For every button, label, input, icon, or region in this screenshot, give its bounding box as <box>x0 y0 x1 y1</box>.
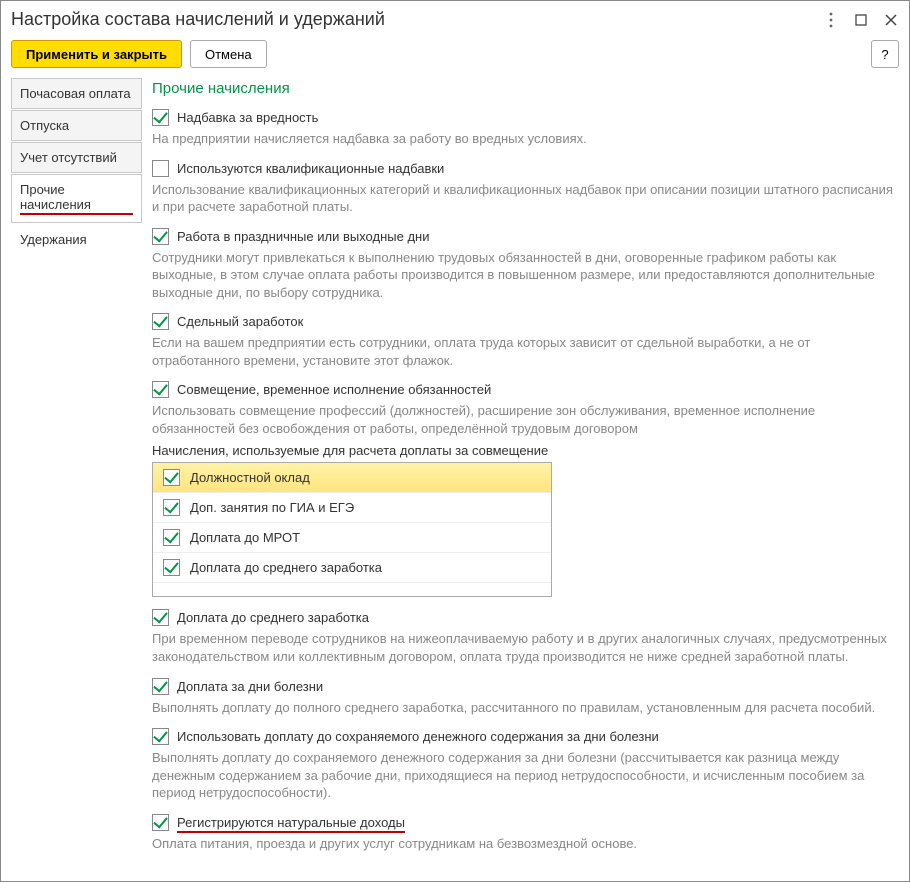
checkbox-label: Сдельный заработок <box>177 314 303 329</box>
maximize-icon[interactable] <box>853 12 869 28</box>
list-item[interactable]: Должностной оклад <box>153 463 551 493</box>
hint-text: Использовать совмещение профессий (должн… <box>152 402 893 437</box>
kebab-icon[interactable] <box>823 12 839 28</box>
checkbox-natural-income[interactable] <box>152 814 169 831</box>
checkbox-hazard-bonus[interactable] <box>152 109 169 126</box>
apply-close-button[interactable]: Применить и закрыть <box>11 40 182 68</box>
checkbox-holiday-work[interactable] <box>152 228 169 245</box>
checkbox-qualification-bonus[interactable] <box>152 160 169 177</box>
cancel-button[interactable]: Отмена <box>190 40 267 68</box>
list-checkbox[interactable] <box>163 559 180 576</box>
checkbox-label: Надбавка за вредность <box>177 110 318 125</box>
hint-text: Сотрудники могут привлекаться к выполнен… <box>152 249 893 302</box>
list-caption: Начисления, используемые для расчета доп… <box>152 443 893 458</box>
settings-window: Настройка состава начислений и удержаний… <box>0 0 910 882</box>
window-controls <box>823 12 899 28</box>
section-title: Прочие начисления <box>152 80 893 97</box>
checkbox-avg-earnings-supplement[interactable] <box>152 609 169 626</box>
sidebar-item-label: Прочие начисления <box>20 182 133 215</box>
window-title: Настройка состава начислений и удержаний <box>11 9 823 30</box>
sidebar-item-absence[interactable]: Учет отсутствий <box>11 142 142 173</box>
list-item-label: Доп. занятия по ГИА и ЕГЭ <box>190 500 354 515</box>
list-checkbox[interactable] <box>163 469 180 486</box>
list-item[interactable]: Доплата до МРОТ <box>153 523 551 553</box>
checkbox-label: Регистрируются натуральные доходы <box>177 815 405 830</box>
hint-text: На предприятии начисляется надбавка за р… <box>152 130 893 148</box>
titlebar: Настройка состава начислений и удержаний <box>1 1 909 36</box>
list-checkbox[interactable] <box>163 529 180 546</box>
list-item[interactable]: Доплата до среднего заработка <box>153 553 551 583</box>
toolbar: Применить и закрыть Отмена ? <box>1 36 909 78</box>
list-item[interactable]: Доп. занятия по ГИА и ЕГЭ <box>153 493 551 523</box>
body: Почасовая оплата Отпуска Учет отсутствий… <box>1 78 909 881</box>
checkbox-label: Использовать доплату до сохраняемого ден… <box>177 729 659 744</box>
checkbox-label: Доплата за дни болезни <box>177 679 323 694</box>
help-button[interactable]: ? <box>871 40 899 68</box>
hint-text: При временном переводе сотрудников на ни… <box>152 630 893 665</box>
sidebar-item-deductions[interactable]: Удержания <box>11 224 142 255</box>
list-item-label: Должностной оклад <box>190 470 310 485</box>
sidebar-item-label: Отпуска <box>20 118 69 133</box>
hint-text: Оплата питания, проезда и других услуг с… <box>152 835 893 853</box>
checkbox-sick-allowance-supplement[interactable] <box>152 728 169 745</box>
accruals-listbox[interactable]: Должностной оклад Доп. занятия по ГИА и … <box>152 462 552 597</box>
checkbox-label: Доплата до среднего заработка <box>177 610 369 625</box>
sidebar-item-label: Удержания <box>20 232 87 247</box>
close-icon[interactable] <box>883 12 899 28</box>
hint-text: Выполнять доплату до полного среднего за… <box>152 699 893 717</box>
list-item-label: Доплата до среднего заработка <box>190 560 382 575</box>
checkbox-label: Используются квалификационные надбавки <box>177 161 444 176</box>
list-checkbox[interactable] <box>163 499 180 516</box>
hint-text: Выполнять доплату до сохраняемого денежн… <box>152 749 893 802</box>
checkbox-combination[interactable] <box>152 381 169 398</box>
sidebar-item-label: Почасовая оплата <box>20 86 131 101</box>
sidebar-item-label: Учет отсутствий <box>20 150 117 165</box>
hint-text: Если на вашем предприятии есть сотрудник… <box>152 334 893 369</box>
checkbox-piecework[interactable] <box>152 313 169 330</box>
checkbox-label: Совмещение, временное исполнение обязанн… <box>177 382 491 397</box>
hint-text: Использование квалификационных категорий… <box>152 181 893 216</box>
sidebar-item-vacation[interactable]: Отпуска <box>11 110 142 141</box>
sidebar: Почасовая оплата Отпуска Учет отсутствий… <box>11 78 142 871</box>
checkbox-label: Работа в праздничные или выходные дни <box>177 229 429 244</box>
checkbox-sick-days-supplement[interactable] <box>152 678 169 695</box>
list-item-label: Доплата до МРОТ <box>190 530 300 545</box>
content-panel: Прочие начисления Надбавка за вредность … <box>152 78 899 871</box>
sidebar-item-hourly[interactable]: Почасовая оплата <box>11 78 142 109</box>
sidebar-item-other-accruals[interactable]: Прочие начисления <box>11 174 142 223</box>
